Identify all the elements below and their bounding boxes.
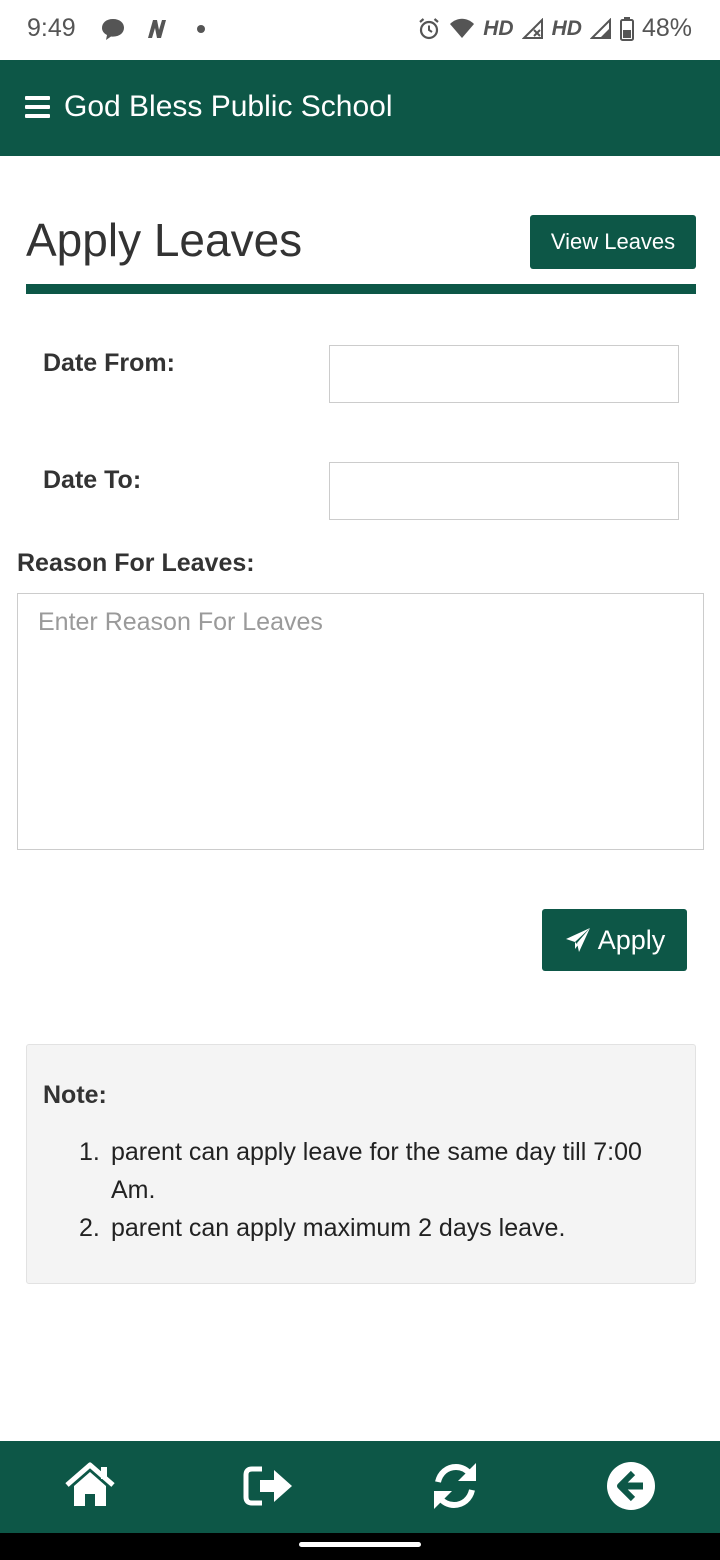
battery-icon — [619, 16, 634, 41]
date-from-label: Date From: — [43, 349, 175, 377]
apply-button[interactable]: Apply — [542, 909, 687, 971]
gesture-handle[interactable] — [299, 1542, 421, 1547]
note-item: 2. parent can apply maximum 2 days leave… — [79, 1209, 659, 1247]
note-item-text: parent can apply leave for the same day … — [111, 1138, 642, 1204]
back-arrow-icon[interactable] — [604, 1461, 658, 1511]
note-item: 1. parent can apply leave for the same d… — [79, 1133, 659, 1209]
page-title: Apply Leaves — [26, 214, 303, 266]
home-icon[interactable] — [63, 1461, 117, 1511]
chat-bubble-icon — [102, 19, 124, 40]
signal-x-icon — [521, 17, 543, 39]
signal-icon — [589, 17, 611, 39]
status-time: 9:49 — [27, 14, 76, 42]
hamburger-menu-icon[interactable] — [25, 96, 50, 118]
battery-percent: 48% — [641, 14, 692, 42]
note-item-text: parent can apply maximum 2 days leave. — [111, 1214, 566, 1242]
date-to-input[interactable] — [329, 462, 679, 520]
network-label-1: HD — [483, 16, 514, 40]
gesture-bar — [0, 1533, 720, 1560]
status-system-icons: HD HD 48% — [417, 14, 692, 43]
note-box: Note: 1. parent can apply leave for the … — [26, 1044, 696, 1284]
apply-label: Apply — [597, 924, 666, 955]
date-from-input[interactable] — [329, 345, 679, 403]
n-app-icon — [148, 20, 166, 38]
dot-icon — [197, 25, 205, 33]
note-title: Note: — [43, 1081, 107, 1109]
network-label-2: HD — [551, 16, 582, 40]
reason-label: Reason For Leaves: — [17, 549, 255, 577]
title-divider — [26, 284, 696, 294]
status-notification-icons — [100, 16, 214, 42]
date-to-label: Date To: — [43, 466, 142, 494]
note-item-number: 2. — [79, 1214, 100, 1242]
sign-out-icon[interactable] — [242, 1461, 296, 1511]
view-leaves-button[interactable]: View Leaves — [530, 215, 696, 269]
note-item-number: 1. — [79, 1138, 100, 1166]
note-list: 1. parent can apply leave for the same d… — [79, 1133, 659, 1247]
app-bar: God Bless Public School — [0, 60, 720, 156]
wifi-icon — [450, 18, 475, 38]
reason-textarea[interactable] — [17, 593, 704, 850]
bottom-nav — [0, 1441, 720, 1533]
alarm-icon — [419, 17, 439, 39]
refresh-icon[interactable] — [428, 1461, 482, 1511]
paper-plane-icon — [565, 928, 590, 952]
app-title: God Bless Public School — [64, 90, 393, 123]
status-bar: 9:49 HD HD 48% — [0, 0, 720, 60]
